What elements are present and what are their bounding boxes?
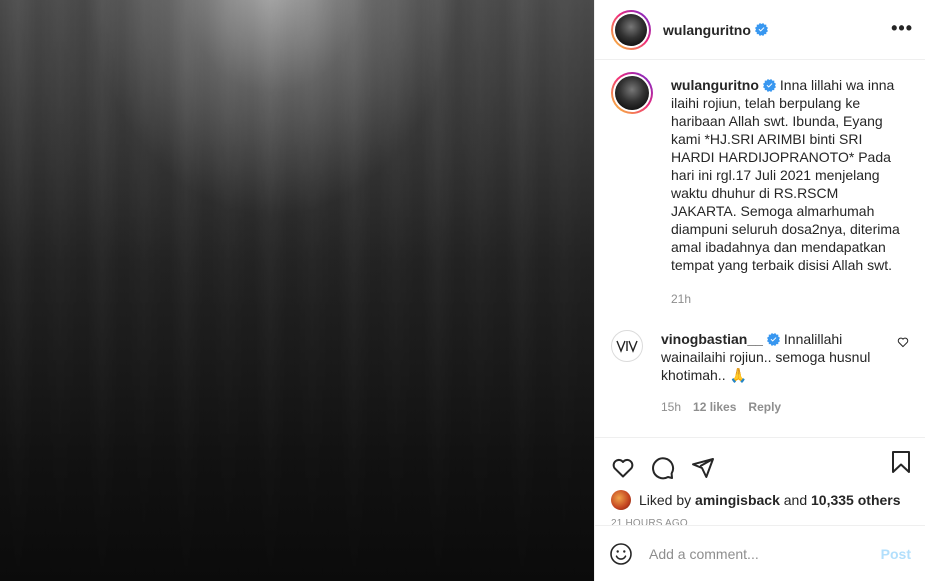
share-send-icon[interactable] [691, 456, 715, 480]
verified-badge-icon [762, 79, 776, 92]
like-heart-icon[interactable] [611, 456, 635, 480]
action-icon-row [595, 438, 925, 488]
liked-by-others[interactable]: 10,335 others [811, 492, 901, 508]
caption-username[interactable]: wulanguritno [671, 77, 759, 93]
light-rays-overlay [0, 0, 594, 581]
reply-button[interactable]: Reply [748, 398, 781, 416]
caption: wulanguritno Inna lillahi wa inna ilaihi … [611, 72, 909, 308]
comment-likes[interactable]: 12 likes [693, 398, 736, 416]
add-comment-bar: Post [595, 525, 925, 581]
commenter-avatar[interactable] [611, 330, 643, 362]
emoji-smiley-icon[interactable] [609, 542, 633, 566]
author-avatar[interactable] [611, 9, 651, 50]
caption-avatar[interactable] [611, 72, 653, 114]
comments-list: wulanguritno Inna lillahi wa inna ilaihi … [595, 60, 925, 437]
caption-time[interactable]: 21h [671, 290, 691, 308]
post-image[interactable] [0, 0, 594, 581]
post-header: wulanguritno ••• [595, 0, 925, 60]
comment-username[interactable]: vinogbastian__ [661, 331, 763, 347]
more-options-icon[interactable]: ••• [891, 19, 913, 37]
comment-time[interactable]: 15h [661, 398, 681, 416]
comment-bubble-icon[interactable] [651, 456, 675, 480]
post-sidebar: wulanguritno ••• wulanguritno Inna lillah… [594, 0, 925, 581]
save-bookmark-icon[interactable] [889, 450, 913, 474]
viv-logo-icon [616, 340, 638, 353]
liked-by-user[interactable]: amingisback [695, 492, 780, 508]
comment-body: vinogbastian__ Innalillahi wainailaihi ro… [661, 330, 883, 416]
liked-by: Liked by amingisback and 10,335 others [595, 488, 925, 512]
caption-body: wulanguritno Inna lillahi wa inna ilaihi … [671, 76, 901, 308]
comment-input[interactable] [649, 545, 881, 562]
liked-by-prefix: Liked by [639, 492, 692, 508]
liker-avatar[interactable] [611, 490, 631, 510]
comment-item: vinogbastian__ Innalillahi wainailaihi ro… [611, 330, 909, 416]
post-actions: Liked by amingisback and 10,335 others 2… [595, 437, 925, 581]
post-comment-button[interactable]: Post [881, 546, 911, 562]
liked-by-conj: and [783, 492, 808, 508]
comment-like-heart-icon[interactable] [897, 336, 909, 348]
verified-badge-icon [766, 333, 780, 346]
caption-text: Inna lillahi wa inna ilaihi rojiun, tela… [671, 77, 900, 273]
verified-badge-icon [754, 23, 768, 36]
author-username[interactable]: wulanguritno [663, 22, 751, 38]
